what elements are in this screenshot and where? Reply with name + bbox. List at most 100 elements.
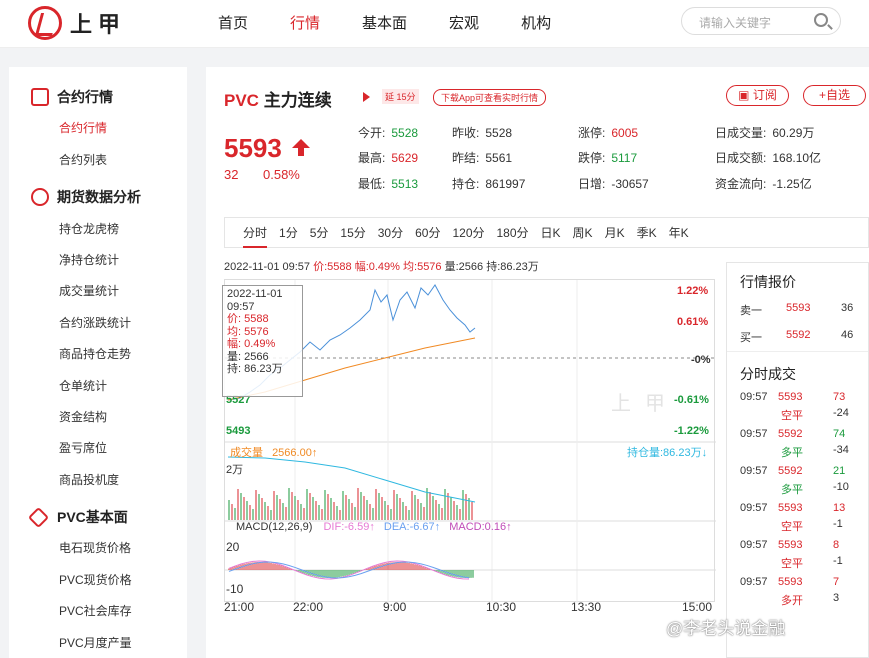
time-label-5: 13:30 <box>571 600 602 614</box>
bid-price: 5592 <box>786 329 811 341</box>
sidebar-item-oi-trend[interactable]: 商品持仓走势 <box>59 345 131 362</box>
stat-item: 昨收: 5528 <box>452 124 512 141</box>
stat-value: 6005 <box>611 126 639 140</box>
nav-item-macro[interactable]: 宏观 <box>449 12 479 33</box>
sidebar-item-carbide-price[interactable]: 电石现货价格 <box>59 539 131 556</box>
time-label-4: 10:30 <box>486 600 517 614</box>
sidebar-item-speculation[interactable]: 商品投机度 <box>59 471 119 488</box>
tab-period[interactable]: 30分 <box>378 224 403 241</box>
search-icon[interactable] <box>814 13 828 27</box>
trade-time: 09:57 <box>740 539 768 551</box>
tooltip-time: 09:57 <box>227 300 255 313</box>
sidebar-item-top-positions[interactable]: 持仓龙虎榜 <box>59 220 119 237</box>
stat-value: 60.29万 <box>772 126 815 140</box>
sidebar-item-pvc-spot[interactable]: PVC现货价格 <box>59 571 132 588</box>
info-open-interest: 持:86.23万 <box>486 261 539 273</box>
info-volume: 量:2566 <box>444 261 484 273</box>
trade-time: 09:57 <box>740 428 768 440</box>
trade-type: 多平 <box>781 447 803 459</box>
stat-label: 日增: <box>578 177 606 191</box>
time-label-2: 22:00 <box>293 600 324 614</box>
stat-label: 日成交额: <box>715 151 767 165</box>
sidebar-section-label: 期货数据分析 <box>57 189 141 205</box>
trade-oi-change: -34 <box>833 444 849 456</box>
stat-label: 最高: <box>358 151 386 165</box>
trade-volume: 74 <box>833 428 846 440</box>
trade-oi-change: -24 <box>833 407 849 419</box>
search-placeholder: 请输入关键字 <box>699 16 772 30</box>
trade-oi-change: -10 <box>833 481 849 493</box>
play-icon[interactable] <box>363 92 370 102</box>
tab-period[interactable]: 120分 <box>452 224 484 241</box>
sidebar-item-pvc-output[interactable]: PVC月度产量 <box>59 634 132 651</box>
trade-oi-change: -1 <box>833 555 843 567</box>
macd-legend: MACD(12,26,9) DIF:-6.59↑ DEA:-6.67↑ MACD… <box>236 521 512 533</box>
sidebar-section-label: 合约行情 <box>57 89 113 105</box>
nav-item-institutions[interactable]: 机构 <box>521 12 551 33</box>
tab-period[interactable]: 60分 <box>415 224 440 241</box>
stat-label: 资金流向: <box>715 177 767 191</box>
sidebar-item-change-stats[interactable]: 合约涨跌统计 <box>59 314 131 331</box>
tab-period[interactable]: 季K <box>637 224 657 241</box>
sidebar-item-contract-quotes[interactable]: 合约行情 <box>59 119 107 136</box>
nav-item-fundamentals[interactable]: 基本面 <box>362 12 407 33</box>
sidebar-section-analysis[interactable]: 期货数据分析 <box>31 187 141 207</box>
nav-item-home[interactable]: 首页 <box>218 12 248 33</box>
sidebar-item-pnl-seats[interactable]: 盈亏席位 <box>59 439 107 456</box>
stat-item: 涨停: 6005 <box>578 124 638 141</box>
info-average: 均:5576 <box>403 261 442 273</box>
tab-period[interactable]: 月K <box>605 224 625 241</box>
tab-period[interactable]: 180分 <box>497 224 529 241</box>
sidebar-item-volume-stats[interactable]: 成交量统计 <box>59 282 119 299</box>
tab-period[interactable]: 1分 <box>279 224 298 241</box>
sidebar-section-contract[interactable]: 合约行情 <box>31 87 113 107</box>
period-tabs: 分时 1分 5分 15分 30分 60分 120分 180分 日K 周K 月K 季K 年K <box>224 217 869 248</box>
main-nav: 首页 行情 基本面 宏观 机构 <box>218 12 593 33</box>
stat-value: 5629 <box>391 151 419 165</box>
tooltip-amplitude: 幅: 0.49% <box>227 338 276 350</box>
stat-value: 5528 <box>485 126 513 140</box>
add-watchlist-button[interactable]: +自选 <box>803 85 866 106</box>
info-datetime: 2022-11-01 09:57 <box>224 261 311 273</box>
tab-period[interactable]: 日K <box>541 224 561 241</box>
trade-price: 5593 <box>778 539 803 551</box>
sidebar-item-contract-list[interactable]: 合约列表 <box>59 151 107 168</box>
tab-period[interactable]: 年K <box>669 224 689 241</box>
tab-period[interactable]: 分时 <box>243 224 268 248</box>
footer-watermark: @李老头说金融 <box>666 619 786 638</box>
time-label-6: 15:00 <box>682 600 713 614</box>
sidebar-item-net-positions[interactable]: 净持仓统计 <box>59 251 119 268</box>
search-input[interactable]: 请输入关键字 <box>681 7 841 35</box>
tab-period[interactable]: 15分 <box>340 224 365 241</box>
open-interest-label: 持仓量:86.23万↓ <box>627 447 708 459</box>
stat-value: -1.25亿 <box>772 177 812 191</box>
y-label-left-2: 5493 <box>226 425 251 437</box>
sidebar-item-pvc-inventory[interactable]: PVC社会库存 <box>59 602 132 619</box>
tooltip-average: 均: 5576 <box>227 325 269 338</box>
volume-label: 成交量 2566.00↑ <box>230 444 317 460</box>
tooltip-open-interest: 持: 86.23万 <box>227 363 283 375</box>
trade-volume: 73 <box>833 391 846 403</box>
sidebar-item-warehouse[interactable]: 仓单统计 <box>59 377 107 394</box>
tab-period[interactable]: 5分 <box>310 224 329 241</box>
stat-label: 涨停: <box>578 126 606 140</box>
chart-watermark: 上甲 <box>611 393 679 415</box>
ask-price: 5593 <box>786 302 811 314</box>
sidebar-item-fund-structure[interactable]: 资金结构 <box>59 408 107 425</box>
trade-price: 5592 <box>778 428 803 440</box>
nav-item-market[interactable]: 行情 <box>290 12 320 33</box>
bid-label: 买一 <box>740 332 762 344</box>
trade-time: 09:57 <box>740 576 768 588</box>
tooltip-price: 价: 5588 <box>227 313 269 325</box>
subscribe-button[interactable]: ▣ 订阅 <box>726 85 789 106</box>
trade-price: 5593 <box>778 502 803 514</box>
logo[interactable]: 上甲 <box>28 6 126 40</box>
app-download-tag[interactable]: 下载App可查看实时行情 <box>433 89 547 106</box>
trade-type: 多开 <box>781 595 803 607</box>
tab-period[interactable]: 周K <box>573 224 593 241</box>
sidebar-section-pvc[interactable]: PVC基本面 <box>27 506 128 528</box>
stat-item: 最低: 5513 <box>358 175 418 192</box>
contract-name: 主力连续 <box>263 91 332 110</box>
arrow-up-icon <box>292 139 310 156</box>
stat-label: 今开: <box>358 126 386 140</box>
